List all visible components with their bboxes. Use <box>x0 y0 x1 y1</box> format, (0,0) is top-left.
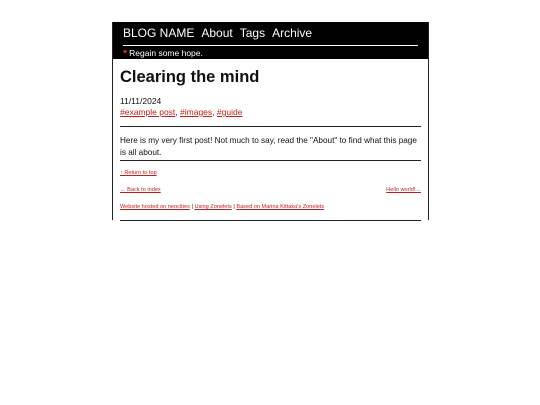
post-divider-top <box>120 126 421 127</box>
footer-divider <box>120 220 421 221</box>
footer-separator: | <box>191 204 193 210</box>
tag-link-guide[interactable]: #guide <box>217 107 243 117</box>
footer-link-based-on[interactable]: Based on Marina Kittaka's Zonelets <box>236 204 324 210</box>
brand-link[interactable]: BLOG NAME <box>123 26 194 40</box>
tagline-text: Regain some hope. <box>129 48 203 58</box>
tag-link-example-post[interactable]: #example post <box>120 107 175 117</box>
next-post-link[interactable]: Hello world!→ <box>386 187 421 194</box>
post-date: 11/11/2024 <box>120 96 162 106</box>
header-divider <box>123 45 418 46</box>
return-to-top-row: ↑ Return to top <box>120 170 421 177</box>
post-body: Here is my very first post! Not much to … <box>120 136 417 157</box>
site-footer: Website hosted on neocities | Using Zone… <box>120 204 421 211</box>
tagline: ♥ Regain some hope. <box>123 48 418 58</box>
heart-icon: ♥ <box>123 49 128 56</box>
footer-link-zonelets[interactable]: Using Zonelets <box>194 204 231 210</box>
page-container: BLOG NAME About Tags Archive ♥ Regain so… <box>112 22 429 221</box>
footer-separator: | <box>233 204 235 210</box>
nav-bar: BLOG NAME About Tags Archive <box>123 26 418 40</box>
post-content: Clearing the mind 11/11/2024 #example po… <box>113 59 428 221</box>
post-title: Clearing the mind <box>120 68 260 86</box>
return-to-top-link[interactable]: ↑ Return to top <box>120 170 157 176</box>
tag-link-images[interactable]: #images <box>180 107 212 117</box>
back-to-index-link[interactable]: ← Back to index <box>120 187 161 194</box>
post-divider-bottom <box>120 160 421 161</box>
nav-link-archive[interactable]: Archive <box>272 26 312 40</box>
post-tags: #example post, #images, #guide <box>120 107 243 117</box>
nav-link-about[interactable]: About <box>201 26 232 40</box>
nav-link-tags[interactable]: Tags <box>240 26 265 40</box>
post-pager: ← Back to index Hello world!→ <box>120 187 421 194</box>
site-header: BLOG NAME About Tags Archive ♥ Regain so… <box>113 22 428 59</box>
footer-link-neocities[interactable]: Website hosted on neocities <box>120 204 190 210</box>
